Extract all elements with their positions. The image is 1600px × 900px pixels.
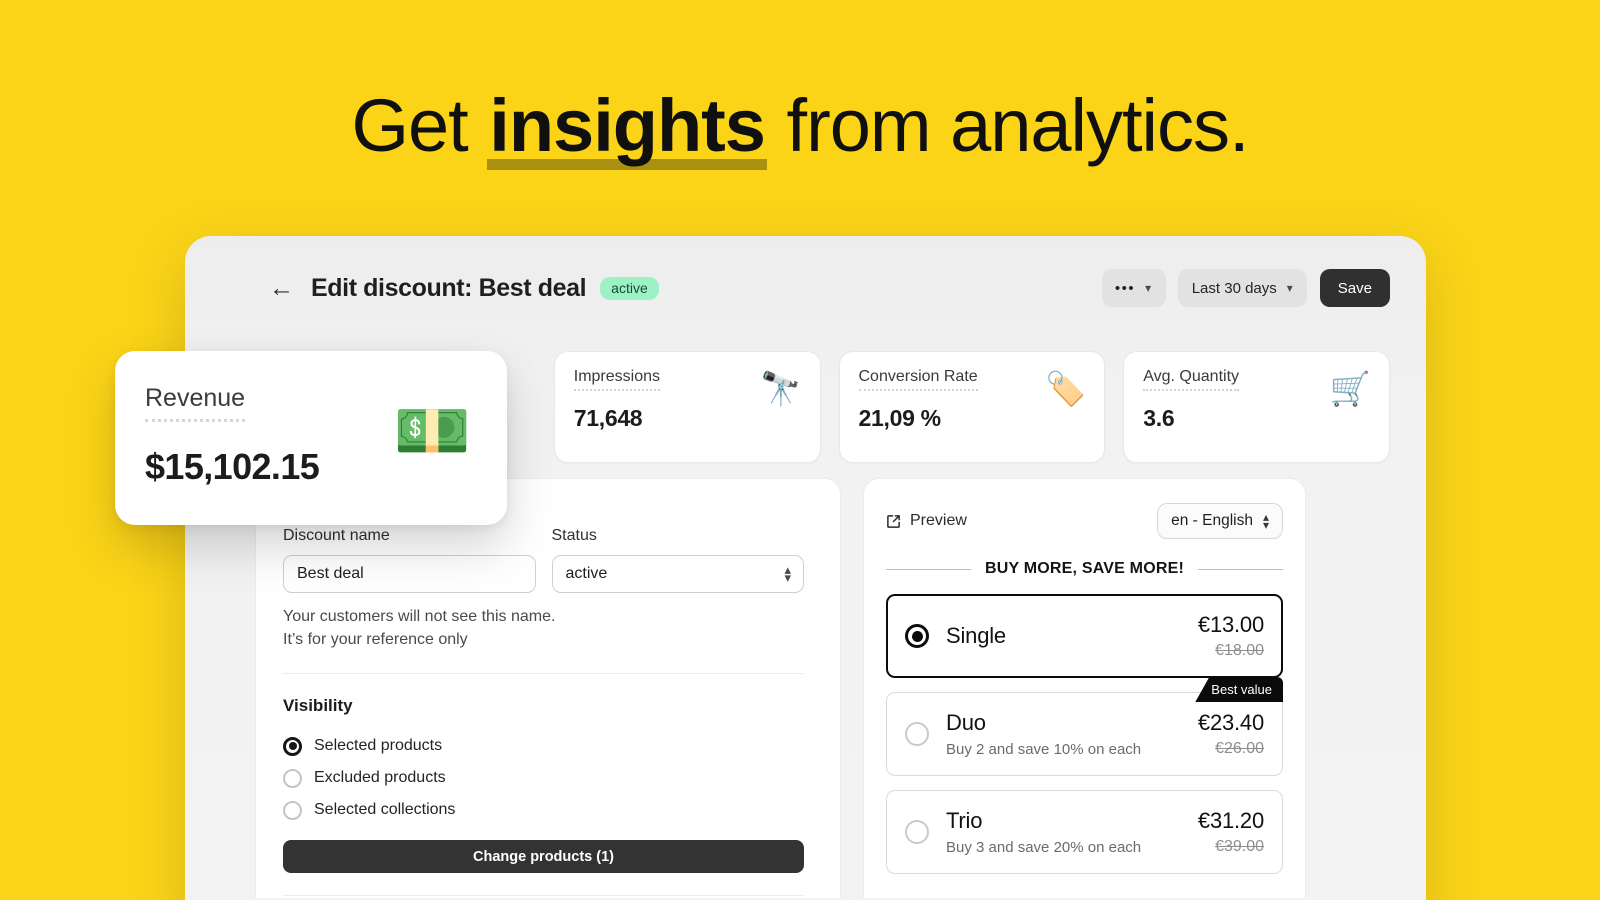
helper-line-1: Your customers will not see this name. [283, 608, 556, 625]
radio-icon [905, 722, 929, 746]
status-select[interactable] [551, 555, 804, 593]
heading-rule-left [886, 568, 972, 570]
visibility-option-selected-products[interactable]: Selected products [283, 730, 804, 762]
tier-name: Trio [946, 808, 983, 834]
form-field-row: Discount name Status ▴▾ [283, 527, 804, 593]
preview-panel: Preview en - English ▴ ▾ BUY MORE, SAVE M… [863, 478, 1306, 898]
offer-tier-single[interactable]: Single €13.00 €18.00 [886, 594, 1283, 678]
content-panels: Discount name Status ▴▾ Your customers w… [255, 478, 1356, 898]
radio-icon [905, 624, 929, 648]
arrow-left-icon[interactable]: ← [269, 275, 294, 301]
tier-subtitle: Buy 2 and save 10% on each [946, 740, 1142, 758]
radio-label: Selected collections [314, 801, 456, 818]
headline-before: Get [351, 84, 488, 167]
shopping-cart-emoji: 🛒 [1329, 370, 1371, 407]
tier-name: Single [946, 622, 1006, 648]
language-select-value: en - English [1171, 512, 1253, 529]
offer-heading: BUY MORE, SAVE MORE! [886, 560, 1284, 578]
discount-name-field: Discount name [283, 527, 536, 593]
tier-name: Duo [946, 710, 986, 736]
form-divider [283, 673, 804, 674]
app-topbar: ← Edit discount: Best deal active ••• ▾ … [185, 236, 1426, 340]
radio-icon [283, 736, 302, 756]
visibility-option-excluded-products[interactable]: Excluded products [283, 762, 804, 794]
tier-compare-at-price: €18.00 [1215, 642, 1264, 660]
external-link-icon [886, 514, 901, 529]
tier-prices: €31.20 €39.00 [1198, 808, 1264, 856]
tier-subtitle: Buy 3 and save 20% on each [946, 838, 1142, 856]
radio-icon [283, 768, 302, 788]
tier-main: Trio Buy 3 and save 20% on each [946, 808, 1198, 855]
stat-value: 21,09 % [858, 404, 942, 431]
headline-emphasis: insights [487, 78, 767, 174]
discount-settings-panel: Discount name Status ▴▾ Your customers w… [255, 478, 841, 898]
status-field: Status ▴▾ [551, 527, 804, 593]
more-actions-button[interactable]: ••• ▾ [1101, 269, 1166, 307]
stat-label: Impressions [573, 368, 660, 391]
stat-card-impressions: Impressions 71,648 🔭 [553, 351, 821, 463]
stat-card-revenue: Revenue $15,102.15 💵 [115, 351, 507, 525]
radio-label: Excluded products [314, 769, 446, 786]
visibility-option-selected-collections[interactable]: Selected collections [283, 794, 804, 826]
discount-name-label: Discount name [283, 527, 390, 544]
radio-label: Selected products [314, 737, 443, 754]
tier-compare-at-price: €26.00 [1215, 740, 1264, 758]
language-select[interactable]: en - English ▴ ▾ [1157, 503, 1283, 539]
change-products-button[interactable]: Change products (1) [283, 840, 804, 873]
radio-icon [905, 820, 929, 844]
status-select-wrap: ▴▾ [551, 555, 804, 593]
binoculars-emoji: 🔭 [760, 370, 802, 407]
date-range-label: Last 30 days [1191, 279, 1277, 297]
tier-compare-at-price: €39.00 [1215, 838, 1264, 856]
stat-label: Conversion Rate [858, 368, 978, 391]
headline-after: from analytics. [766, 84, 1250, 167]
tier-prices: €13.00 €18.00 [1198, 612, 1264, 660]
stat-card-avg-quantity: Avg. Quantity 3.6 🛒 [1123, 351, 1390, 463]
tier-price: €13.00 [1197, 611, 1264, 637]
page-headline: Get insights from analytics. [0, 78, 1600, 174]
tier-prices: €23.40 €26.00 [1198, 710, 1264, 758]
discount-name-input[interactable] [283, 555, 536, 593]
save-button[interactable]: Save [1319, 269, 1390, 307]
banknote-emoji: 💵 [393, 397, 471, 466]
form-bottom-divider [283, 895, 804, 896]
status-badge: active [600, 276, 659, 300]
preview-link-label: Preview [910, 512, 967, 529]
helper-line-2: It’s for your reference only [283, 631, 468, 648]
status-label: Status [551, 527, 597, 544]
discount-name-helper: Your customers will not see this name. I… [283, 605, 804, 651]
stat-value: 71,648 [573, 404, 643, 431]
tier-main: Duo Buy 2 and save 10% on each [946, 710, 1198, 757]
stat-label: Avg. Quantity [1143, 368, 1240, 391]
chevron-down-icon: ▾ [1145, 281, 1153, 295]
visibility-title: Visibility [283, 696, 353, 715]
preview-link[interactable]: Preview [886, 512, 967, 530]
offer-heading-text: BUY MORE, SAVE MORE! [985, 560, 1184, 577]
chevron-updown-icon: ▴ ▾ [1262, 510, 1269, 532]
heading-rule-right [1198, 568, 1284, 570]
page-title: Edit discount: Best deal [311, 273, 587, 302]
tier-price: €23.40 [1197, 709, 1264, 735]
offer-tier-trio[interactable]: Trio Buy 3 and save 20% on each €31.20 €… [886, 790, 1283, 874]
stat-value: 3.6 [1143, 404, 1175, 431]
visibility-radio-group: Selected products Excluded products Sele… [283, 730, 804, 826]
best-value-badge: Best value [1195, 677, 1283, 702]
preview-header: Preview en - English ▴ ▾ [886, 501, 1283, 541]
app-window: ← Edit discount: Best deal active ••• ▾ … [185, 236, 1426, 900]
discount-tag-emoji: 🏷️ [1045, 370, 1087, 407]
tier-main: Single [946, 623, 1198, 649]
radio-icon [283, 800, 302, 820]
offer-tier-duo[interactable]: Best value Duo Buy 2 and save 10% on eac… [886, 677, 1283, 776]
stat-card-conversion-rate: Conversion Rate 21,09 % 🏷️ [838, 351, 1106, 463]
date-range-button[interactable]: Last 30 days ▾ [1177, 269, 1307, 307]
chevron-down-icon: ▾ [1286, 281, 1293, 295]
more-actions-label: ••• [1114, 279, 1136, 297]
tier-price: €31.20 [1197, 807, 1264, 833]
revenue-label: Revenue [145, 385, 246, 423]
